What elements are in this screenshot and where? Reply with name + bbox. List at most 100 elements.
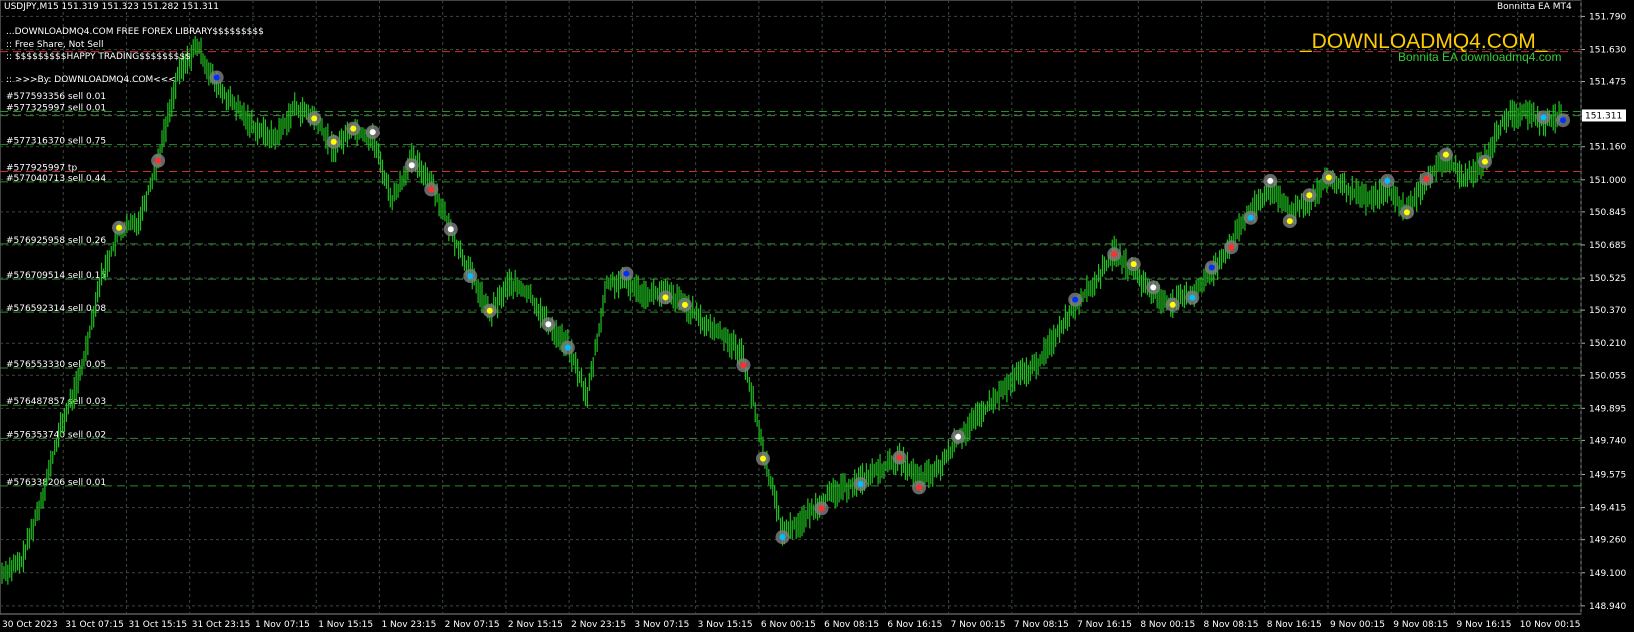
order-label: #577925997 tp xyxy=(6,164,77,174)
time-tick-label: 8 Nov 08:15 xyxy=(1204,620,1259,630)
trade-marker xyxy=(955,433,962,440)
trade-marker xyxy=(681,301,688,308)
trade-marker xyxy=(408,162,415,169)
price-tick-label: 149.100 xyxy=(1589,569,1626,579)
trade-marker xyxy=(447,226,454,233)
time-tick-label: 6 Nov 00:15 xyxy=(761,620,816,630)
time-tick-label: 3 Nov 15:15 xyxy=(698,620,753,630)
trade-marker xyxy=(1403,209,1410,216)
trade-marker xyxy=(1540,114,1547,121)
trade-marker xyxy=(116,224,123,231)
time-tick-label: 7 Nov 08:15 xyxy=(1014,620,1069,630)
order-label: #576709514 sell 0.15 xyxy=(6,271,106,281)
trade-marker xyxy=(1130,261,1137,268)
header-line-4: :: >>>By: DOWNLOADMQ4.COM<<< xyxy=(6,75,176,85)
time-tick-label: 2 Nov 23:15 xyxy=(571,620,626,630)
price-chart[interactable]: 151.790151.630151.475151.315151.160151.0… xyxy=(0,0,1634,632)
order-label: #576487857 sell 0.03 xyxy=(6,397,106,407)
trade-marker xyxy=(916,484,923,491)
price-tick-label: 151.630 xyxy=(1589,46,1626,56)
trade-marker xyxy=(779,534,786,541)
trade-marker xyxy=(1442,151,1449,158)
trade-marker xyxy=(155,157,162,164)
price-tick-label: 150.525 xyxy=(1589,274,1626,284)
header-line-2: :: Free Share, Not Sell xyxy=(6,40,104,50)
time-tick-label: 9 Nov 16:15 xyxy=(1457,620,1512,630)
order-label: #576925958 sell 0.26 xyxy=(6,236,106,246)
trade-marker xyxy=(311,115,318,122)
trade-marker xyxy=(1384,177,1391,184)
price-tick-label: 150.685 xyxy=(1589,241,1626,251)
order-label: #577316370 sell 0.75 xyxy=(6,137,106,147)
price-tick-label: 149.740 xyxy=(1589,436,1626,446)
trade-marker xyxy=(1150,284,1157,291)
brand-subtitle: Bonnita EA downloadmq4.com xyxy=(1398,50,1562,64)
trade-marker xyxy=(623,270,630,277)
trade-marker xyxy=(1423,175,1430,182)
price-tick-label: 151.160 xyxy=(1589,143,1626,153)
trade-marker xyxy=(545,321,552,328)
trade-marker xyxy=(759,455,766,462)
time-tick-label: 10 Nov 00:15 xyxy=(1520,620,1581,630)
price-tick-label: 149.415 xyxy=(1589,504,1626,514)
time-tick-label: 2 Nov 15:15 xyxy=(508,620,563,630)
trade-marker xyxy=(330,138,337,145)
time-tick-label: 1 Nov 15:15 xyxy=(318,620,373,630)
trade-marker xyxy=(428,186,435,193)
time-tick-label: 2 Nov 07:15 xyxy=(445,620,500,630)
trade-marker xyxy=(1169,301,1176,308)
time-tick-label: 3 Nov 07:15 xyxy=(634,620,689,630)
price-tick-label: 149.895 xyxy=(1589,404,1626,414)
price-tick-label: 151.790 xyxy=(1589,12,1626,22)
trade-marker xyxy=(1208,264,1215,271)
trade-marker xyxy=(1189,294,1196,301)
trade-marker xyxy=(1306,192,1313,199)
time-tick-label: 8 Nov 16:15 xyxy=(1267,620,1322,630)
price-tick-label: 149.260 xyxy=(1589,536,1626,546)
header-line-1: ...DOWNLOADMQ4.COM FREE FOREX LIBRARY$$$… xyxy=(6,27,264,37)
trade-marker xyxy=(740,362,747,369)
trade-marker xyxy=(1560,117,1566,124)
price-tick-label: 150.370 xyxy=(1589,306,1626,316)
order-label: #577040713 sell 0.44 xyxy=(6,174,106,184)
price-tick-label: 151.000 xyxy=(1589,176,1626,186)
trade-marker xyxy=(564,344,571,351)
price-tick-label: 150.210 xyxy=(1589,339,1626,349)
header-line-0: #577593356 sell 0.01 xyxy=(6,92,107,102)
price-tick-label: 149.575 xyxy=(1589,471,1626,481)
order-label: #576338206 sell 0.01 xyxy=(6,478,106,488)
time-tick-label: 8 Nov 00:15 xyxy=(1140,620,1195,630)
time-tick-label: 9 Nov 00:15 xyxy=(1330,620,1385,630)
trade-marker xyxy=(1111,251,1118,258)
trade-marker xyxy=(213,74,220,81)
trade-marker xyxy=(369,129,376,136)
time-tick-label: 31 Oct 07:15 xyxy=(65,620,124,630)
price-tick-label: 148.940 xyxy=(1589,602,1626,612)
trade-marker xyxy=(1228,244,1235,251)
trade-marker xyxy=(467,273,474,280)
trade-marker xyxy=(1481,158,1488,165)
order-label: #576553330 sell 0.05 xyxy=(6,360,106,370)
trade-marker xyxy=(818,505,825,512)
current-price-label: 151.311 xyxy=(1585,111,1622,121)
price-tick-label: 151.475 xyxy=(1589,78,1626,88)
price-tick-label: 150.055 xyxy=(1589,371,1626,381)
symbol-info: USDJPY,M15 151.319 151.323 151.282 151.3… xyxy=(4,2,220,12)
time-tick-label: 6 Nov 08:15 xyxy=(824,620,879,630)
trade-marker xyxy=(350,125,357,132)
time-tick-label: 7 Nov 16:15 xyxy=(1077,620,1132,630)
trade-marker xyxy=(1072,296,1079,303)
trade-marker xyxy=(896,454,903,461)
time-tick-label: 31 Oct 15:15 xyxy=(128,620,187,630)
ea-name-label: Bonnitta EA MT4 xyxy=(1497,2,1572,12)
trade-marker xyxy=(1286,218,1293,225)
trade-marker xyxy=(1267,177,1274,184)
trade-marker xyxy=(857,480,864,487)
time-tick-label: 9 Nov 08:15 xyxy=(1393,620,1448,630)
trade-marker xyxy=(1325,174,1332,181)
trade-marker xyxy=(1247,214,1254,221)
time-tick-label: 30 Oct 2023 xyxy=(2,620,58,630)
time-tick-label: 1 Nov 23:15 xyxy=(381,620,436,630)
time-tick-label: 7 Nov 00:15 xyxy=(951,620,1006,630)
trade-marker xyxy=(486,307,493,314)
